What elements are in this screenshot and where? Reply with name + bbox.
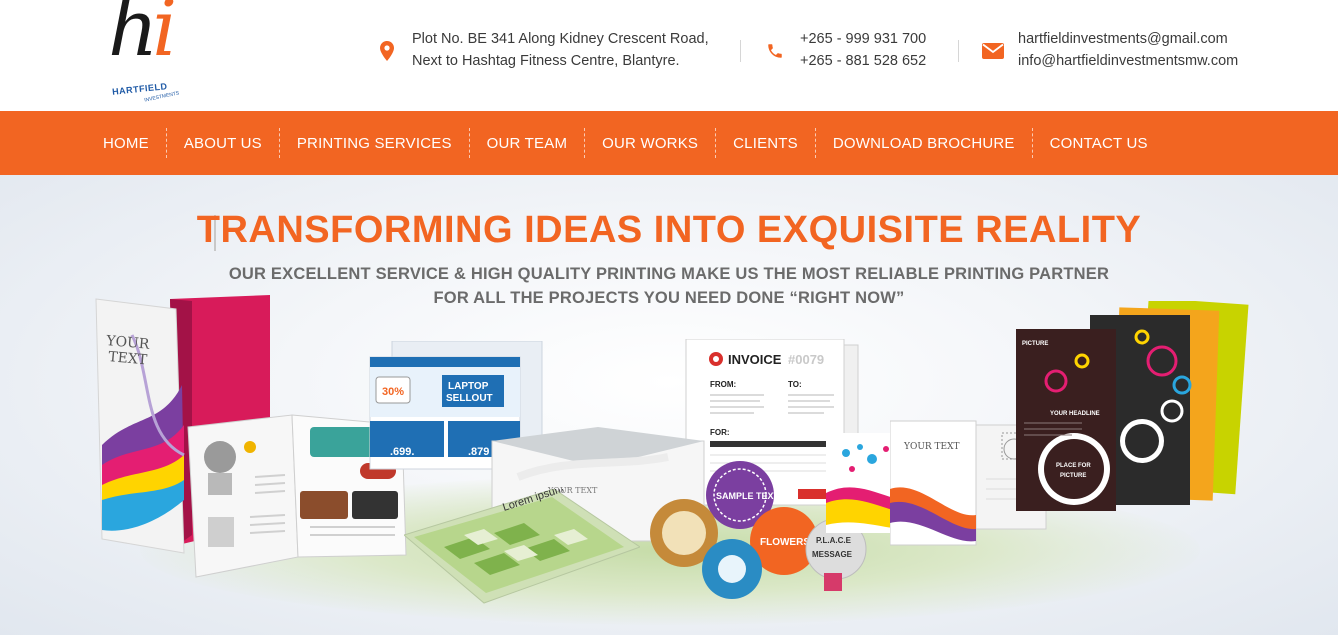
laptop-price-1: .699. xyxy=(390,446,414,458)
invoice-number: #0079 xyxy=(788,352,824,367)
phone-number-1[interactable]: +265 - 999 931 700 xyxy=(800,28,926,50)
address-line-2: Next to Hashtag Fitness Centre, Blantyre… xyxy=(412,53,680,69)
main-nav: HOME ABOUT US PRINTING SERVICES OUR TEAM… xyxy=(0,111,1338,175)
hero-banner: TRANSFORMING IDEAS INTO EXQUISITE REALIT… xyxy=(0,175,1338,635)
contact-divider xyxy=(740,40,741,62)
nav-download-brochure[interactable]: DOWNLOAD BROCHURE xyxy=(816,135,1032,152)
flyer-headline: YOUR HEADLINE xyxy=(1050,411,1100,417)
nav-home[interactable]: HOME xyxy=(86,135,166,152)
envelope-icon xyxy=(982,40,1004,62)
hero-headline: TRANSFORMING IDEAS INTO EXQUISITE REALIT… xyxy=(196,209,1142,251)
nav-our-works[interactable]: OUR WORKS xyxy=(585,135,715,152)
flyer-picture-label: PICTURE xyxy=(1022,341,1048,347)
invoice-for: FOR: xyxy=(710,428,730,437)
sticker-message: MESSAGE xyxy=(812,550,853,559)
address-line-1: Plot No. BE 341 Along Kidney Crescent Ro… xyxy=(412,31,709,47)
flyer-place-line-1: PLACE FOR xyxy=(1056,463,1091,469)
phone-icon xyxy=(764,40,786,62)
map-pin-icon xyxy=(376,40,398,62)
contact-email: hartfieldinvestments@gmail.com info@hart… xyxy=(982,28,1238,72)
logo-mark: hihi xyxy=(108,0,177,74)
email-address-1[interactable]: hartfieldinvestments@gmail.com xyxy=(1018,28,1238,50)
invoice-title: INVOICE xyxy=(728,352,782,367)
laptop-title-line-2: SELLOUT xyxy=(446,393,493,404)
sticker-sample-text: SAMPLE TEXT xyxy=(716,491,780,501)
event-flyers-illustration: PICTURE YOUR HEADLINE PLACE FOR PICTURE xyxy=(1016,301,1249,511)
nav-printing-services[interactable]: PRINTING SERVICES xyxy=(280,135,469,152)
phone-number-2[interactable]: +265 - 881 528 652 xyxy=(800,50,926,72)
nav-clients[interactable]: CLIENTS xyxy=(716,135,815,152)
nav-our-team[interactable]: OUR TEAM xyxy=(470,135,585,152)
postcard-text: YOUR TEXT xyxy=(903,442,960,452)
laptop-price-2: .879 xyxy=(468,446,489,458)
site-header: hihi HARTFIELD INVESTMENTS Plot No. BE 3… xyxy=(0,0,1338,111)
nav-about-us[interactable]: ABOUT US xyxy=(167,135,279,152)
sticker-place: P.L.A.C.E xyxy=(816,536,852,545)
contact-phone: +265 - 999 931 700 +265 - 881 528 652 xyxy=(764,28,926,72)
invoice-to: TO: xyxy=(788,380,802,389)
lorem-ipsum-booklet-illustration: Lorem ipsum xyxy=(404,489,640,604)
laptop-title-line-1: LAPTOP xyxy=(448,381,489,392)
flyer-place-line-2: PICTURE xyxy=(1060,473,1086,479)
hero-tagline-line-1: OUR EXCELLENT SERVICE & HIGH QUALITY PRI… xyxy=(228,265,1110,283)
invoice-from: FROM: xyxy=(710,380,736,389)
sticker-flowers: FLOWERS xyxy=(760,537,810,548)
nav-contact-us[interactable]: CONTACT US xyxy=(1033,135,1165,152)
email-address-2[interactable]: info@hartfieldinvestmentsmw.com xyxy=(1018,50,1238,72)
hartfield-logo[interactable]: hihi HARTFIELD INVESTMENTS xyxy=(108,0,203,104)
contact-address: Plot No. BE 341 Along Kidney Crescent Ro… xyxy=(376,28,709,72)
contact-divider xyxy=(958,40,959,62)
laptop-discount: 30% xyxy=(382,386,404,398)
